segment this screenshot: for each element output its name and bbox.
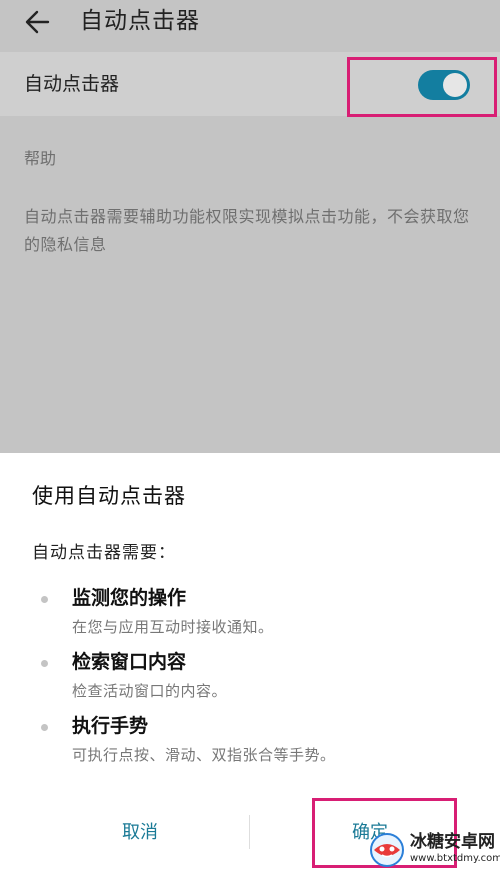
bullet-icon (41, 596, 48, 603)
watermark-name: 冰糖安卓网 (410, 832, 495, 852)
permission-description: 检查活动窗口的内容。 (72, 682, 228, 700)
watermark: 冰糖安卓网 www.btxtdmy.com (368, 826, 500, 871)
watermark-url: www.btxtdmy.com (410, 853, 500, 864)
permission-item: 监测您的操作 在您与应用互动时接收通知。 (0, 584, 500, 644)
help-description: 自动点击器需要辅助功能权限实现模拟点击功能，不会获取您的隐私信息 (24, 207, 470, 254)
back-arrow-icon[interactable] (22, 6, 54, 38)
help-section-header: 帮助 (24, 149, 57, 168)
page-title: 自动点击器 (80, 8, 200, 34)
permission-dialog: 使用自动点击器 自动点击器需要： 监测您的操作 在您与应用互动时接收通知。 检索… (0, 453, 500, 871)
permission-title: 监测您的操作 (72, 587, 187, 609)
permission-title: 检索窗口内容 (72, 651, 187, 673)
app-bar: 自动点击器 (0, 0, 500, 48)
permission-item: 执行手势 可执行点按、滑动、双指张合等手势。 (0, 712, 500, 772)
permission-description: 可执行点按、滑动、双指张合等手势。 (72, 746, 336, 764)
permission-item: 检索窗口内容 检查活动窗口的内容。 (0, 648, 500, 708)
bullet-icon (41, 724, 48, 731)
cancel-button[interactable]: 取消 (60, 813, 220, 853)
dialog-intro: 自动点击器需要： (32, 543, 176, 563)
permission-description: 在您与应用互动时接收通知。 (72, 618, 274, 636)
switch-label: 自动点击器 (24, 73, 120, 95)
button-divider (249, 815, 250, 849)
permission-title: 执行手势 (72, 715, 149, 737)
dialog-title: 使用自动点击器 (32, 484, 186, 508)
bullet-icon (41, 660, 48, 667)
watermark-logo-icon (370, 833, 404, 867)
toggle-highlight-annotation (347, 57, 497, 117)
